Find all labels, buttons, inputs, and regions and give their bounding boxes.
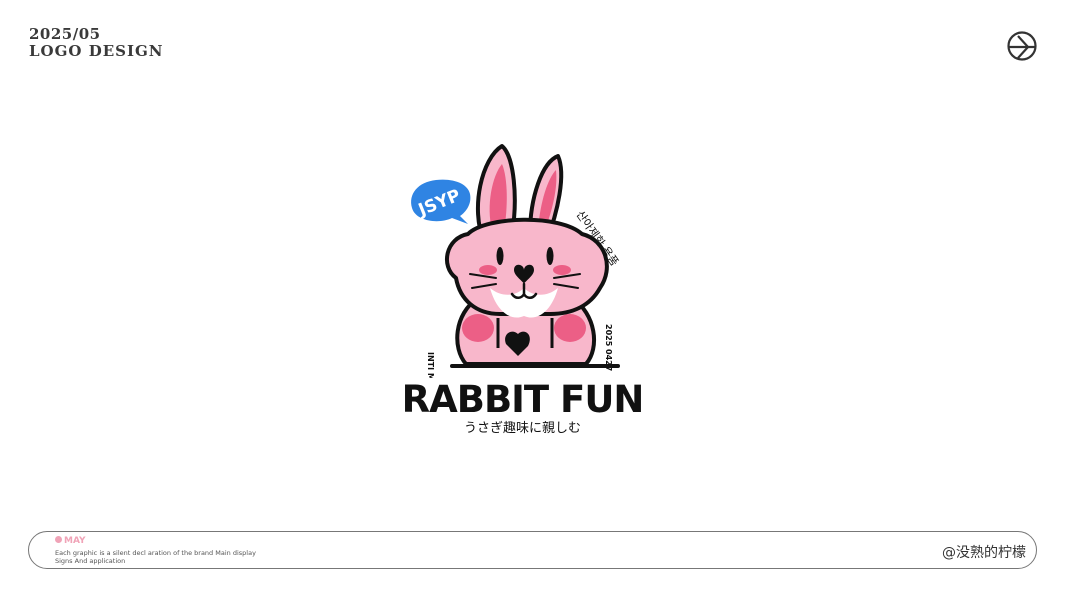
header-date: 2025/05 <box>29 25 101 43</box>
footer-description-1: Each graphic is a silent decl aration of… <box>55 549 256 557</box>
month-label: MAY <box>55 536 86 546</box>
footer-bar: MAY Each graphic is a silent decl aratio… <box>28 531 1037 569</box>
speech-bubble: JSYP <box>411 179 471 224</box>
rabbit-head <box>445 217 609 318</box>
right-vertical-text: 2025 0427 <box>604 324 613 371</box>
footer-description-2: Signs And application <box>55 557 126 565</box>
left-vertical-text: INTI MATE <box>426 352 435 378</box>
circle-arrow-icon <box>1007 31 1037 61</box>
signature: @没熟的柠檬 <box>942 545 1026 561</box>
header: 2025/05 LOGO DESIGN <box>29 27 164 59</box>
rabbit-illustration: JSYP INTI MATE 2025 0427 산아제한 용품 <box>411 144 621 397</box>
tagline: うさぎ趣味に親しむ <box>463 421 581 436</box>
rabbit-fun-logo: JSYP INTI MATE 2025 0427 산아제한 용품 RABBIT … <box>400 138 650 438</box>
brand-name: RABBIT FUN <box>401 378 645 421</box>
month-text: MAY <box>64 536 86 546</box>
dot-icon <box>55 536 62 543</box>
header-title: LOGO DESIGN <box>29 42 164 60</box>
